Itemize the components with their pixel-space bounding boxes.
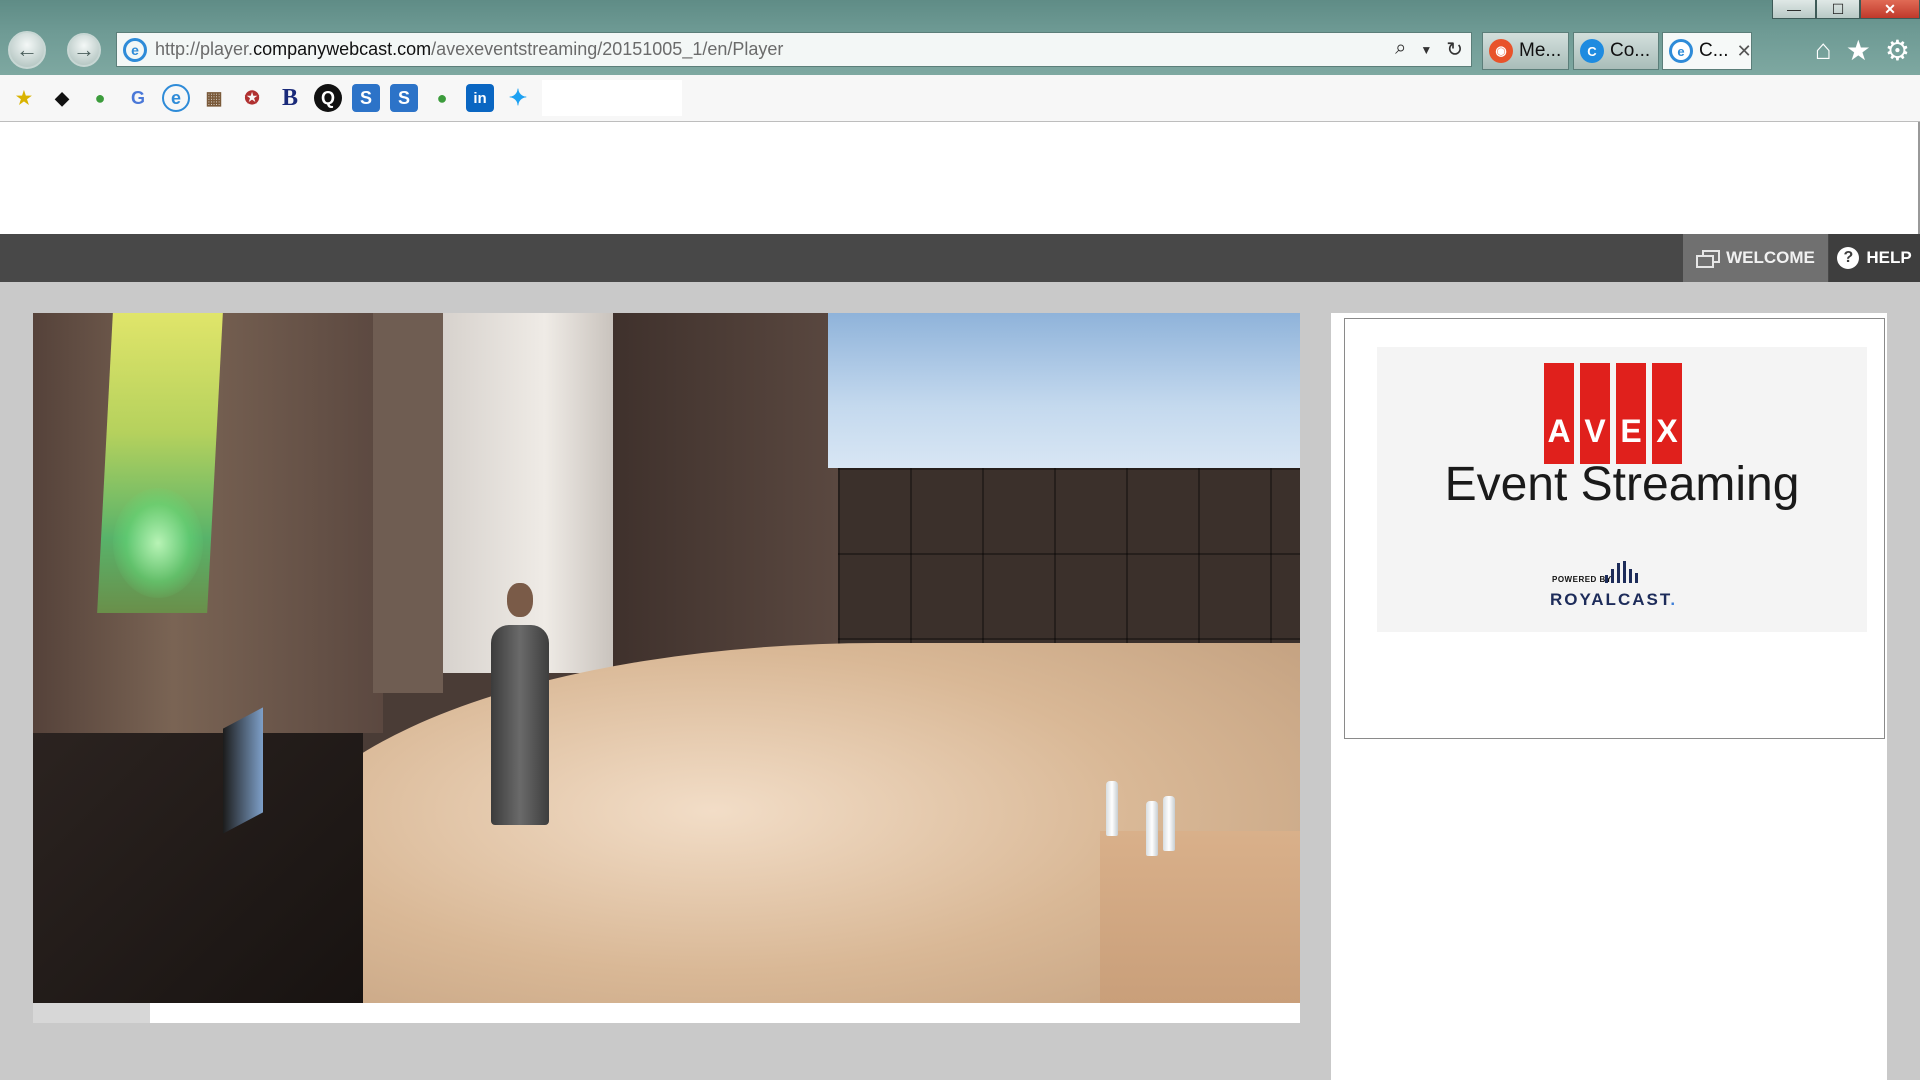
- url-path: /avexeventstreaming/20151005_1/en/Player: [431, 39, 784, 59]
- url-domain: companywebcast.com: [253, 39, 432, 59]
- c-icon: C: [1580, 39, 1604, 63]
- event-tagline: Event Streaming: [1444, 458, 1800, 511]
- video-scene-speaker: [491, 625, 549, 825]
- window-controls: — ☐ ✕: [1772, 0, 1920, 20]
- ie-icon: e: [1669, 39, 1693, 63]
- video-player[interactable]: [33, 313, 1300, 1003]
- image-icon[interactable]: ▦: [200, 84, 228, 112]
- dropdown-icon[interactable]: ▼: [1420, 43, 1432, 62]
- browser-toolbar-icons: ⌂ ★ ⚙: [1815, 34, 1910, 67]
- royalcast-logo: ROYALCAST.: [1550, 590, 1677, 610]
- forward-arrow-icon: →: [73, 37, 95, 62]
- close-window-button[interactable]: ✕: [1860, 0, 1920, 19]
- video-scene-audience: [33, 733, 363, 1003]
- video-scene-column: [443, 313, 613, 673]
- event-logo: A V E X Event Streaming POWERED BY ROYAL…: [1377, 347, 1867, 632]
- sharepoint-icon[interactable]: S: [352, 84, 380, 112]
- browser-tab-2[interactable]: C Co...: [1573, 32, 1659, 70]
- url-prefix: http://player.: [155, 39, 254, 59]
- avex-letter: A: [1544, 363, 1574, 464]
- avex-letter: V: [1580, 363, 1610, 464]
- video-progress-fill: [33, 1003, 150, 1023]
- ie-page-icon[interactable]: e: [162, 84, 190, 112]
- page-header-area: [0, 122, 1920, 235]
- video-scene-bottle: [1106, 781, 1118, 836]
- back-button[interactable]: ←: [8, 31, 46, 69]
- help-menu-button[interactable]: ? HELP: [1829, 234, 1920, 282]
- favorites-empty-space: [542, 80, 682, 116]
- url-text[interactable]: http://player.companywebcast.com/avexeve…: [155, 39, 783, 60]
- settings-gear-icon[interactable]: ⚙: [1885, 34, 1910, 67]
- tab-label: Co...: [1610, 40, 1651, 61]
- search-icon[interactable]: ⌕: [1395, 37, 1406, 62]
- ie-icon: e: [123, 37, 147, 62]
- evernote-icon[interactable]: ●: [86, 84, 114, 112]
- brand-dot: .: [1670, 590, 1678, 609]
- royalcast-bars-icon: [1605, 561, 1638, 583]
- welcome-label: WELCOME: [1726, 248, 1815, 267]
- star-add-icon[interactable]: ★: [10, 84, 38, 112]
- avex-letter: X: [1652, 363, 1682, 464]
- translate-icon[interactable]: G: [124, 84, 152, 112]
- video-scene-projection: [828, 313, 1300, 468]
- evernote-icon-2[interactable]: ●: [428, 84, 456, 112]
- welcome-menu-button[interactable]: WELCOME: [1683, 234, 1828, 282]
- maximize-button[interactable]: ☐: [1816, 0, 1860, 19]
- b-icon[interactable]: B: [276, 84, 304, 112]
- player-menu-bar: [0, 234, 1920, 282]
- tab-label: Me...: [1519, 40, 1562, 61]
- favorites-bar: ★ ◆ ● G e ▦ ✪ B Q S S ● in ✦: [0, 75, 1920, 122]
- browser-tab-active[interactable]: e C... ✕: [1662, 32, 1752, 70]
- brand-name: ROYALCAST: [1550, 590, 1671, 609]
- twitter-icon[interactable]: ✦: [504, 84, 532, 112]
- linkedin-icon[interactable]: in: [466, 84, 494, 112]
- video-scene-lectern: [1100, 831, 1300, 1003]
- q-icon[interactable]: Q: [314, 84, 342, 112]
- rss-icon: ◉: [1489, 39, 1513, 63]
- badge-icon[interactable]: ✪: [238, 84, 266, 112]
- owl-icon[interactable]: ◆: [48, 84, 76, 112]
- browser-tab-1[interactable]: ◉ Me...: [1482, 32, 1569, 70]
- home-icon[interactable]: ⌂: [1815, 34, 1832, 67]
- video-scene-bottle: [1146, 801, 1158, 856]
- favorites-star-icon[interactable]: ★: [1846, 34, 1871, 67]
- help-label: HELP: [1866, 248, 1912, 267]
- address-bar[interactable]: e http://player.companywebcast.com/avexe…: [116, 32, 1472, 67]
- back-arrow-icon: ←: [16, 37, 38, 62]
- tab-label: C...: [1699, 40, 1729, 61]
- sharepoint-icon-2[interactable]: S: [390, 84, 418, 112]
- video-scene-shadow: [373, 313, 443, 693]
- video-scene-monitor: [223, 707, 263, 834]
- video-progress-bar[interactable]: [33, 1003, 1300, 1023]
- slides-icon: [1696, 250, 1721, 268]
- help-question-icon: ?: [1837, 247, 1860, 269]
- minimize-button[interactable]: —: [1772, 0, 1816, 19]
- close-tab-icon[interactable]: ✕: [1737, 41, 1752, 62]
- refresh-icon[interactable]: ↻: [1446, 37, 1463, 62]
- video-scene-glow: [113, 488, 203, 598]
- address-tools: ⌕ ▼ ↻: [1395, 37, 1463, 62]
- video-scene-bottle: [1163, 796, 1175, 851]
- avex-letter: E: [1616, 363, 1646, 464]
- forward-button[interactable]: →: [67, 33, 101, 67]
- avex-logo: A V E X: [1544, 363, 1682, 464]
- powered-by-text: POWERED BY: [1552, 575, 1612, 584]
- video-scene-speaker-head: [507, 583, 533, 617]
